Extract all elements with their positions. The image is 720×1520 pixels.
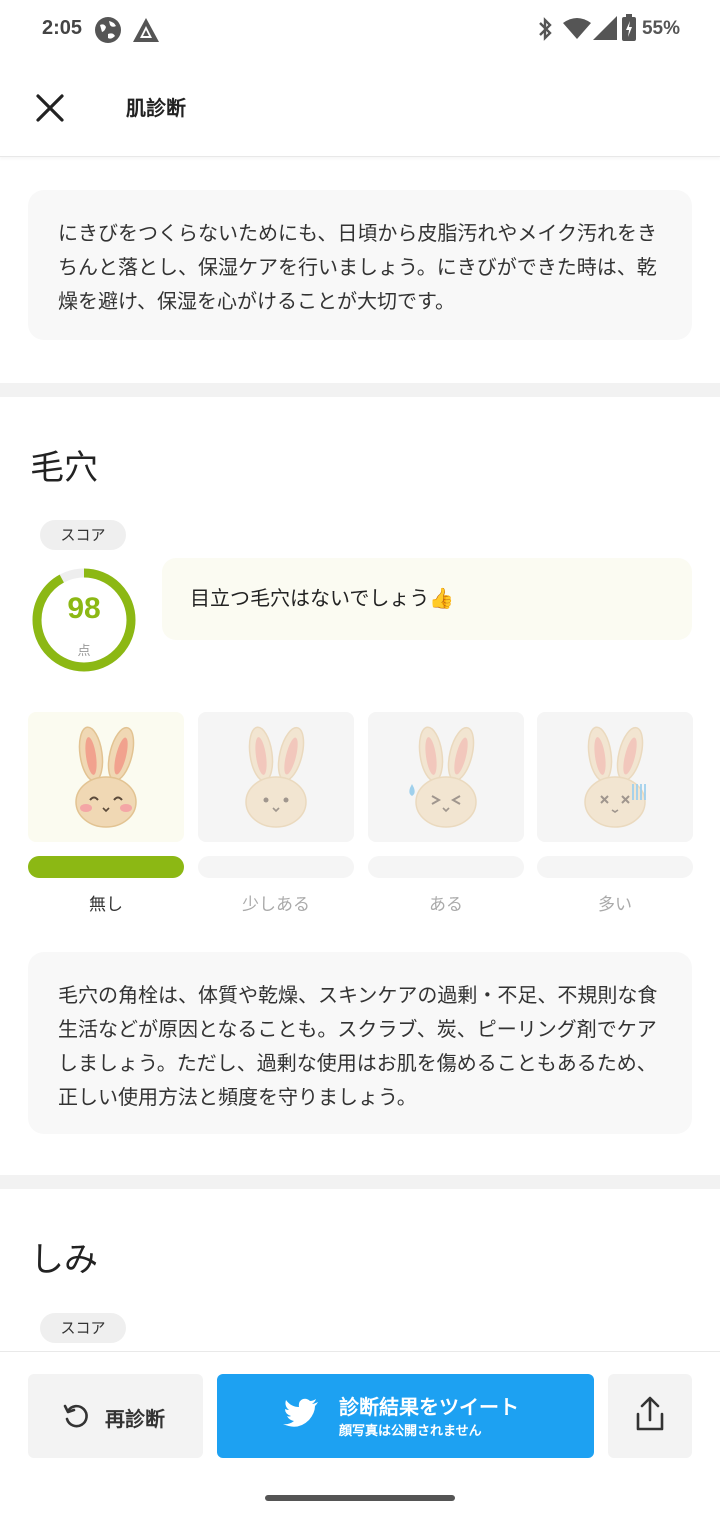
share-icon xyxy=(636,1396,664,1431)
acne-advice-card: にきびをつくらないためにも、日頃から皮脂汚れやメイク汚れをきちんと落とし、保湿ケ… xyxy=(28,190,692,340)
wifi-icon xyxy=(563,18,591,39)
section-divider xyxy=(0,383,720,397)
level-little-image xyxy=(198,712,354,842)
level-none-image xyxy=(28,712,184,842)
status-time: 2:05 xyxy=(42,17,83,39)
section-divider xyxy=(0,1175,720,1189)
level-none: 無し xyxy=(28,712,184,915)
nav-gesture-handle[interactable] xyxy=(265,1495,455,1501)
level-some: ある xyxy=(368,712,524,915)
spots-score-label: スコア xyxy=(40,1313,126,1343)
pores-title: 毛穴 xyxy=(30,448,98,488)
tweet-main-label: 診断結果をツイート xyxy=(339,1395,519,1419)
pores-score-ring: 98 点 xyxy=(30,566,138,674)
android-studio-icon xyxy=(133,18,159,42)
spots-title: しみ xyxy=(30,1240,98,1280)
level-little: 少しある xyxy=(198,712,354,915)
battery-percent: 55% xyxy=(641,18,680,39)
level-many-image xyxy=(537,712,693,842)
sweating-rabbit-icon xyxy=(409,726,477,828)
level-none-label: 無し xyxy=(89,895,123,915)
tweet-button[interactable]: 診断結果をツイート 顔写真は公開されません xyxy=(217,1374,594,1458)
pores-score-label: スコア xyxy=(40,520,126,550)
level-some-label: ある xyxy=(429,895,463,915)
status-bar: 2:05 55% xyxy=(0,0,720,60)
twitter-bird-icon xyxy=(283,1398,318,1427)
pores-advice-card: 毛穴の角栓は、体質や乾燥、スキンケアの過剰・不足、不規則な食生活などが原因となる… xyxy=(28,952,692,1134)
rediagnose-label: 再診断 xyxy=(105,1407,165,1431)
dizzy-rabbit-icon xyxy=(584,726,646,828)
tweet-sub-label: 顔写真は公開されません xyxy=(339,1424,482,1439)
page-title: 肌診断 xyxy=(126,96,186,120)
level-none-bar xyxy=(28,856,184,878)
bluetooth-icon xyxy=(539,17,552,41)
refresh-icon xyxy=(63,1404,88,1428)
pores-score-unit: 点 xyxy=(77,644,91,659)
level-some-bar xyxy=(368,856,524,878)
level-some-image xyxy=(368,712,524,842)
app-bar: 肌診断 xyxy=(0,60,720,157)
level-many-label: 多い xyxy=(598,895,632,915)
battery-icon xyxy=(622,14,636,41)
level-many: 多い xyxy=(537,712,693,915)
level-little-label: 少しある xyxy=(242,895,310,915)
cell-signal-icon xyxy=(593,16,617,40)
share-button[interactable] xyxy=(608,1374,692,1458)
level-many-bar xyxy=(537,856,693,878)
pores-comment: 目立つ毛穴はないでしょう👍 xyxy=(162,558,692,640)
level-little-bar xyxy=(198,856,354,878)
happy-rabbit-icon xyxy=(75,726,137,828)
bottom-action-bar: 再診断 診断結果をツイート 顔写真は公開されません xyxy=(0,1351,720,1480)
neutral-rabbit-icon xyxy=(245,726,307,828)
close-icon[interactable] xyxy=(28,86,72,130)
pores-score-value: 98 xyxy=(67,592,101,625)
globe-icon xyxy=(95,17,121,43)
rediagnose-button[interactable]: 再診断 xyxy=(28,1374,203,1458)
